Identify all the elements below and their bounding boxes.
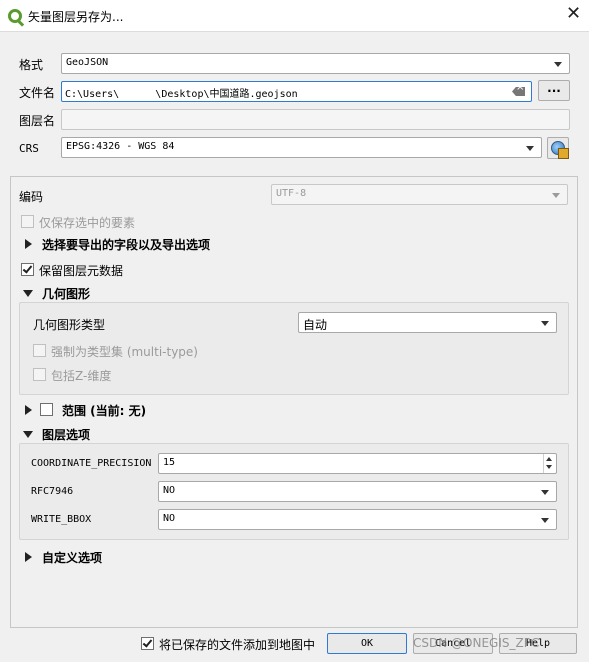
layer-option-key: WRITE_BBOX (31, 514, 92, 525)
chevron-down-icon (554, 62, 562, 67)
ok-button[interactable]: OK (327, 633, 407, 654)
layer-option-value: NO (163, 485, 176, 496)
layer-option-value: NO (163, 513, 176, 524)
format-select[interactable]: GeoJSON (61, 53, 570, 74)
watermark: CSDN @ONEGIS_ZPC (413, 636, 540, 650)
geometry-section[interactable]: 几何图形 (42, 285, 90, 302)
select-fields-section[interactable]: 选择要导出的字段以及导出选项 (42, 236, 210, 253)
collapse-down-icon[interactable] (23, 431, 33, 438)
save-selected-checkbox[interactable] (21, 215, 34, 228)
filename-input[interactable]: C:\Users\ \Desktop\中国道路.geojson (61, 81, 532, 102)
layer-option-value: 15 (163, 457, 176, 468)
force-multi-checkbox[interactable] (33, 344, 46, 357)
globe-icon (551, 141, 569, 159)
geometry-type-label: 几何图形类型 (33, 318, 106, 332)
add-to-map-checkbox[interactable] (141, 637, 154, 650)
expand-right-icon[interactable] (25, 405, 32, 415)
coordinate-precision-spinbox[interactable]: 15 (158, 453, 557, 474)
chevron-down-icon (541, 321, 549, 326)
extent-checkbox[interactable] (40, 403, 53, 416)
clear-text-icon[interactable] (512, 87, 525, 96)
collapse-down-icon[interactable] (23, 290, 33, 297)
force-multi-label: 强制为类型集 (multi-type) (51, 345, 198, 359)
persist-metadata-label: 保留图层元数据 (39, 264, 124, 278)
layer-options-section[interactable]: 图层选项 (42, 426, 90, 443)
format-value: GeoJSON (66, 57, 109, 68)
encoding-label: 编码 (19, 190, 44, 204)
expand-right-icon[interactable] (25, 552, 32, 562)
crs-selector-button[interactable] (547, 137, 569, 159)
include-z-checkbox[interactable] (33, 368, 46, 381)
spin-up-icon[interactable] (546, 457, 552, 461)
window-title: 矢量图层另存为... (28, 10, 124, 24)
expand-right-icon[interactable] (25, 239, 32, 249)
browse-button[interactable]: ... (538, 80, 570, 101)
extent-section[interactable]: 范围 (当前: 无) (62, 402, 146, 419)
include-z-label: 包括Z-维度 (51, 369, 112, 383)
add-to-map-label: 将已保存的文件添加到地图中 (159, 638, 316, 652)
title-bar: 矢量图层另存为... ✕ (0, 0, 589, 32)
chevron-down-icon (541, 518, 549, 523)
encoding-select[interactable]: UTF-8 (271, 184, 568, 205)
crs-select[interactable]: EPSG:4326 - WGS 84 (61, 137, 542, 158)
layername-input[interactable] (61, 109, 570, 130)
filename-label: 文件名 (19, 86, 56, 100)
crs-value: EPSG:4326 - WGS 84 (66, 141, 175, 152)
chevron-down-icon (552, 193, 560, 198)
chevron-down-icon (526, 146, 534, 151)
custom-options-section[interactable]: 自定义选项 (42, 549, 102, 566)
layer-option-key: COORDINATE_PRECISION (31, 458, 152, 469)
crs-label: CRS (19, 142, 39, 155)
geometry-type-select[interactable]: 自动 (298, 312, 557, 333)
encoding-value: UTF-8 (276, 188, 307, 199)
geometry-type-value: 自动 (303, 318, 328, 332)
checkmark-icon (142, 637, 153, 648)
format-label: 格式 (19, 58, 44, 72)
layername-label: 图层名 (19, 114, 56, 128)
qgis-logo-icon (8, 9, 22, 23)
write-bbox-select[interactable]: NO (158, 509, 557, 530)
checkmark-icon (22, 263, 33, 274)
rfc7946-select[interactable]: NO (158, 481, 557, 502)
layer-option-key: RFC7946 (31, 486, 74, 497)
spin-down-icon[interactable] (546, 465, 552, 469)
persist-metadata-checkbox[interactable] (21, 263, 34, 276)
chevron-down-icon (541, 490, 549, 495)
save-selected-label: 仅保存选中的要素 (39, 216, 136, 230)
close-icon[interactable]: ✕ (566, 4, 581, 24)
filename-value: C:\Users\ \Desktop\中国道路.geojson (65, 89, 298, 100)
